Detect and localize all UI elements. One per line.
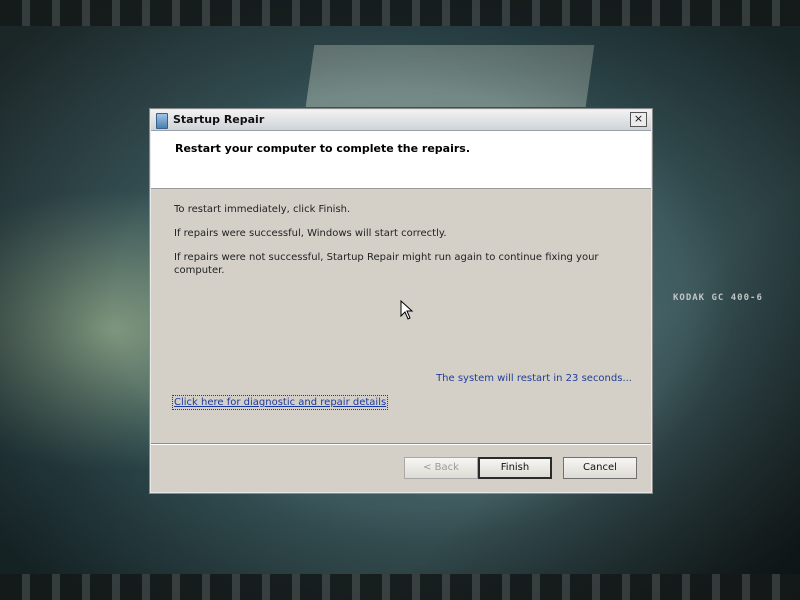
- startup-repair-icon: [156, 113, 168, 129]
- film-border-bottom: [0, 574, 800, 600]
- title-bar[interactable]: Startup Repair ×: [151, 110, 651, 131]
- mouse-pointer-icon: [400, 300, 414, 320]
- diagnostic-details-link[interactable]: Click here for diagnostic and repair det…: [171, 395, 389, 410]
- header-title: Restart your computer to complete the re…: [175, 142, 471, 155]
- restart-countdown: The system will restart in 23 seconds...: [436, 373, 632, 384]
- window-title: Startup Repair: [173, 113, 265, 126]
- instruction-text: To restart immediately, click Finish.: [174, 204, 351, 215]
- film-edge-text: KODAK GC 400-6: [673, 293, 763, 303]
- back-button[interactable]: < Back: [404, 457, 478, 479]
- dialog-header: Restart your computer to complete the re…: [151, 131, 651, 189]
- success-text: If repairs were successful, Windows will…: [174, 228, 447, 239]
- failure-text: If repairs were not successful, Startup …: [174, 252, 599, 276]
- finish-button[interactable]: Finish: [478, 457, 552, 479]
- close-icon[interactable]: ×: [630, 112, 647, 127]
- film-border-top: [0, 0, 800, 26]
- footer-divider: [151, 443, 651, 444]
- cancel-button[interactable]: Cancel: [563, 457, 637, 479]
